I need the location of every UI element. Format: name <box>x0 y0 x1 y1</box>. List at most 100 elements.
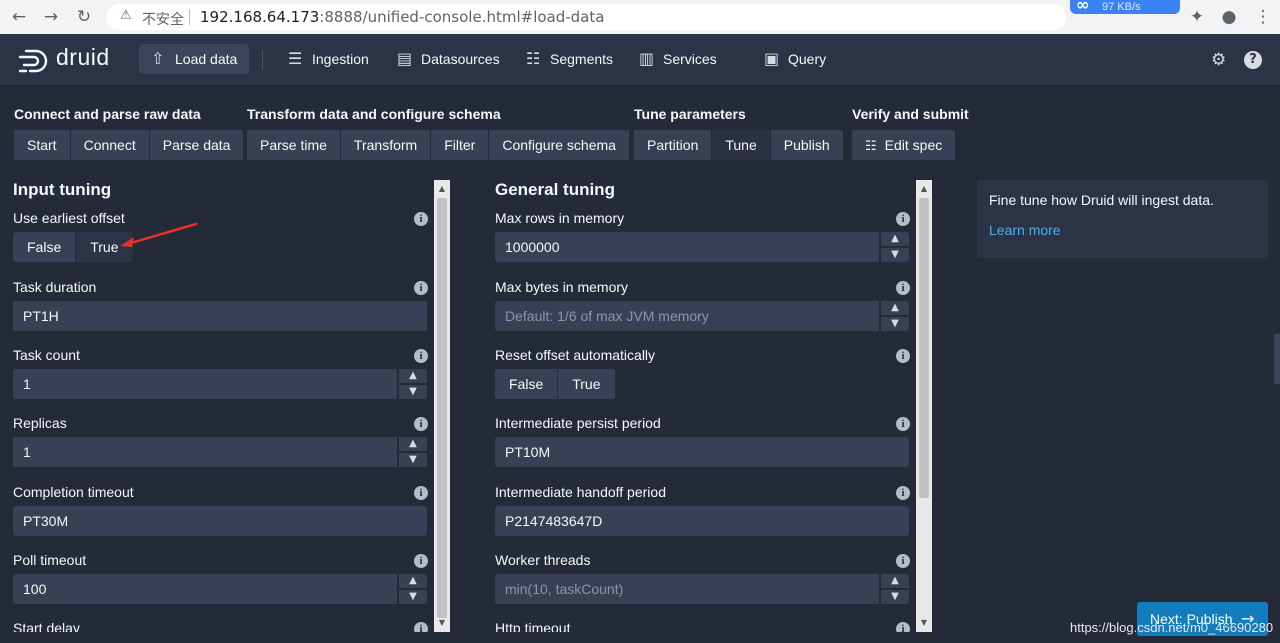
browser-toolbar: ← → ↻ ⚠ 不安全 192.168.64.173:8888/unified-… <box>0 0 1280 34</box>
info-icon[interactable]: i <box>414 622 428 632</box>
field-label: Task count <box>13 347 80 363</box>
poll-timeout-input[interactable]: 100 <box>13 574 397 604</box>
nav-datasources[interactable]: ▤ Datasources <box>385 44 512 74</box>
intermediate-persist-period-input[interactable]: PT10M <box>495 437 909 467</box>
chevron-up-icon[interactable]: ▲ <box>881 574 909 588</box>
step-group-verify: Verify and submit ☷ Edit spec <box>852 106 969 160</box>
input-tuning-scrollbar[interactable]: ▲ ▼ <box>434 180 450 632</box>
chevron-up-icon[interactable]: ▲ <box>399 437 427 451</box>
task-duration-input[interactable]: PT1H <box>13 301 427 331</box>
info-icon[interactable]: i <box>896 281 910 295</box>
forward-icon[interactable]: → <box>40 6 62 28</box>
general-tuning-scrollbar[interactable]: ▲ ▼ <box>916 180 932 632</box>
step-transform[interactable]: Transform <box>340 130 432 160</box>
max-rows-input[interactable]: 1000000 <box>495 232 879 262</box>
info-icon[interactable]: i <box>414 212 428 226</box>
chevron-up-icon[interactable]: ▲ <box>881 232 909 246</box>
services-icon: ▥ <box>639 49 655 68</box>
step-tune[interactable]: Tune <box>712 130 771 160</box>
info-icon[interactable]: i <box>896 417 910 431</box>
step-edit-spec[interactable]: ☷ Edit spec <box>852 130 956 160</box>
field-label: Start delay <box>13 620 80 632</box>
step-buttons: ☷ Edit spec <box>852 130 969 160</box>
nav-load-data[interactable]: ⇧ Load data <box>139 44 250 74</box>
step-publish[interactable]: Publish <box>770 130 843 160</box>
chevron-down-icon[interactable]: ▼ <box>399 590 427 604</box>
step-filter[interactable]: Filter <box>431 130 490 160</box>
speed-text: 97 KB/s <box>1102 1 1141 13</box>
info-icon[interactable]: i <box>414 417 428 431</box>
info-icon[interactable]: i <box>896 622 910 632</box>
chevron-down-icon[interactable]: ▼ <box>881 590 909 604</box>
profile-icon[interactable]: ● <box>1218 6 1240 28</box>
completion-timeout-input[interactable]: PT30M <box>13 506 427 536</box>
learn-more-link[interactable]: Learn more <box>989 222 1061 238</box>
help-icon[interactable]: ? <box>1244 51 1262 69</box>
info-icon[interactable]: i <box>414 486 428 500</box>
step-start[interactable]: Start <box>14 130 71 160</box>
toggle-false[interactable]: False <box>13 232 77 262</box>
toggle-false[interactable]: False <box>495 369 559 399</box>
step-parse-data[interactable]: Parse data <box>149 130 244 160</box>
chevron-down-icon[interactable]: ▼ <box>399 385 427 399</box>
info-icon[interactable]: i <box>414 554 428 568</box>
general-tuning-panel: General tuning Max rows in memory i 1000… <box>495 180 927 632</box>
task-count-stepper: ▲ ▼ <box>399 369 427 399</box>
chevron-up-icon[interactable]: ▲ <box>399 574 427 588</box>
nav-separator <box>262 50 263 70</box>
replicas-input[interactable]: 1 <box>13 437 397 467</box>
info-icon[interactable]: i <box>896 212 910 226</box>
chevron-down-icon[interactable]: ▼ <box>881 248 909 262</box>
reload-icon[interactable]: ↻ <box>73 6 95 28</box>
general-tuning-title: General tuning <box>495 180 615 199</box>
back-icon[interactable]: ← <box>8 6 30 28</box>
nav-ingestion[interactable]: ☰ Ingestion <box>276 44 381 74</box>
info-icon[interactable]: i <box>896 486 910 500</box>
scroll-down-icon[interactable]: ▼ <box>916 616 932 630</box>
info-icon[interactable]: i <box>414 281 428 295</box>
scroll-up-icon[interactable]: ▲ <box>916 182 932 196</box>
max-rows-stepper: ▲ ▼ <box>881 232 909 262</box>
step-group-title: Connect and parse raw data <box>14 106 201 122</box>
scroll-down-icon[interactable]: ▼ <box>434 616 450 630</box>
field-label: Use earliest offset <box>13 210 125 226</box>
task-count-input[interactable]: 1 <box>13 369 397 399</box>
upload-icon: ⇧ <box>151 49 165 68</box>
menu-icon[interactable]: ⋮ <box>1252 6 1274 28</box>
step-group-title: Tune parameters <box>634 106 746 122</box>
scroll-thumb[interactable] <box>919 198 929 498</box>
step-group-tune: Tune parameters Partition Tune Publish <box>634 106 843 160</box>
worker-threads-input[interactable]: min(10, taskCount) <box>495 574 879 604</box>
step-configure-schema[interactable]: Configure schema <box>489 130 629 160</box>
scroll-thumb[interactable] <box>437 198 447 618</box>
chevron-up-icon[interactable]: ▲ <box>881 301 909 315</box>
poll-timeout-stepper: ▲ ▼ <box>399 574 427 604</box>
url-text[interactable]: 192.168.64.173:8888/unified-console.html… <box>200 8 604 26</box>
scroll-up-icon[interactable]: ▲ <box>434 182 450 196</box>
address-bar[interactable]: ⚠ 不安全 192.168.64.173:8888/unified-consol… <box>106 4 1066 30</box>
top-navbar: druid ⇧ Load data ☰ Ingestion ▤ Datasour… <box>0 34 1280 86</box>
field-label: Poll timeout <box>13 552 87 568</box>
nav-segments[interactable]: ☷ Segments <box>514 44 625 74</box>
chevron-up-icon[interactable]: ▲ <box>399 369 427 383</box>
nav-services[interactable]: ▥ Services <box>627 44 729 74</box>
field-label: Intermediate handoff period <box>495 484 666 500</box>
info-icon[interactable]: i <box>896 349 910 363</box>
field-label: Task duration <box>13 279 97 295</box>
intermediate-handoff-period-input[interactable]: P2147483647D <box>495 506 909 536</box>
chevron-down-icon[interactable]: ▼ <box>881 317 909 331</box>
settings-gear-icon[interactable]: ⚙ <box>1211 50 1226 70</box>
nav-query[interactable]: ▣ Query <box>752 44 838 74</box>
step-partition[interactable]: Partition <box>634 130 713 160</box>
info-icon[interactable]: i <box>896 554 910 568</box>
info-icon[interactable]: i <box>414 349 428 363</box>
input-tuning-title: Input tuning <box>13 180 112 199</box>
chevron-down-icon[interactable]: ▼ <box>399 453 427 467</box>
help-card: Fine tune how Druid will ingest data. Le… <box>977 180 1268 258</box>
toggle-true[interactable]: True <box>558 369 615 399</box>
extension-icon[interactable]: ✦ <box>1186 6 1208 28</box>
step-parse-time[interactable]: Parse time <box>247 130 341 160</box>
field-label: Intermediate persist period <box>495 415 661 431</box>
max-bytes-input[interactable]: Default: 1/6 of max JVM memory <box>495 301 879 331</box>
step-connect[interactable]: Connect <box>70 130 150 160</box>
